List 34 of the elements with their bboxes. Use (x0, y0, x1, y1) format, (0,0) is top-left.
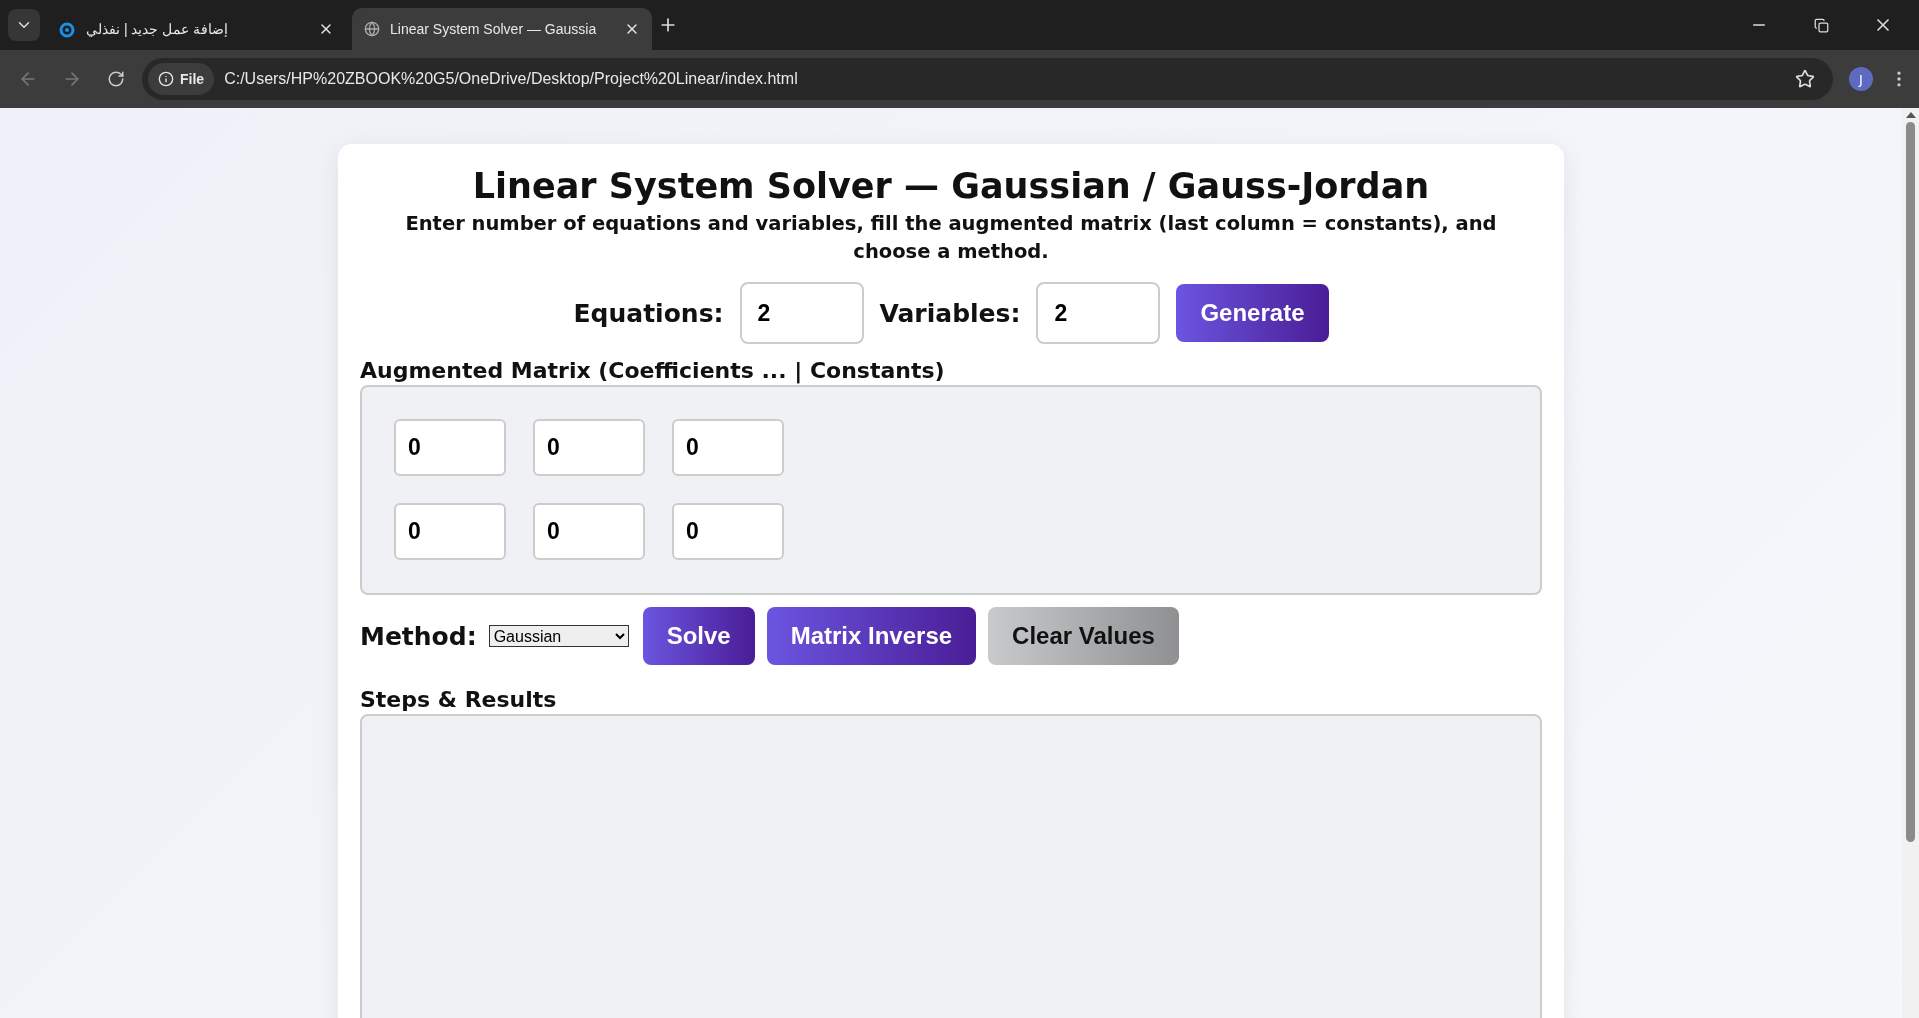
url-text: C:/Users/HP%20ZBOOK%20G5/OneDrive/Desktop/Project%20Linear/index.html (224, 70, 799, 88)
action-button[interactable]: Matrix Inverse (766, 607, 977, 665)
field-label: Variables: (879, 298, 1021, 328)
browser-tab[interactable]: إضافة عمل جديد | نفذلي (46, 8, 346, 50)
reload-icon[interactable] (107, 70, 125, 88)
section-heading: Augmented Matrix (Coefficients ... | Constants) (360, 358, 946, 383)
generate-button[interactable]: Generate (1176, 284, 1329, 342)
field-label: Equations: (573, 298, 724, 328)
matrix-cell-input[interactable]: 0 (672, 503, 784, 560)
browser-tab[interactable]: Linear System Solver — Gaussia (352, 8, 652, 50)
page-title: Linear System Solver — Gaussian / Gauss-Jordan (471, 166, 1431, 206)
instructions-text: Enter number of equations and variables, fill the augmented matrix (last column = constants), and choose a method. (404, 211, 1498, 265)
tab-list-button[interactable] (8, 9, 40, 41)
number-input[interactable]: 2 (1036, 282, 1161, 344)
restore-icon[interactable] (1813, 17, 1829, 33)
matrix-cell-input[interactable]: 0 (394, 419, 506, 476)
method-select[interactable]: Gaussian (488, 625, 629, 647)
section-heading: Steps & Results (360, 687, 558, 712)
site-info-chip[interactable]: File (148, 63, 215, 95)
bookmark-star-icon[interactable] (1795, 69, 1815, 89)
profile-avatar[interactable]: J (1849, 67, 1873, 91)
scrollbar[interactable] (1902, 108, 1919, 1018)
action-button[interactable]: Clear Values (988, 607, 1179, 665)
globe-icon (364, 21, 380, 37)
action-button[interactable]: Solve (642, 607, 755, 665)
matrix-cell-input[interactable]: 0 (533, 419, 645, 476)
number-input[interactable]: 2 (739, 282, 864, 344)
method-label: Method: (360, 621, 477, 651)
address-bar[interactable]: File C:/Users/HP%20ZBOOK%20G5/OneDrive/Desktop/Project%20Linear/index.html (142, 58, 1833, 100)
matrix-cell-input[interactable]: 0 (672, 419, 784, 476)
site-logo-icon (58, 20, 76, 38)
matrix-cell-input[interactable]: 0 (394, 503, 506, 560)
info-icon (158, 71, 174, 87)
matrix-cell-input[interactable]: 0 (533, 503, 645, 560)
